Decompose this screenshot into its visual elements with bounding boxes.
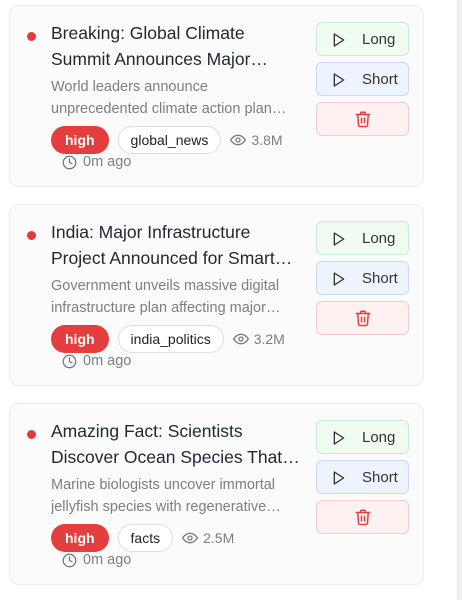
card-title[interactable]: Amazing Fact: Scientists Discover Ocean …: [51, 418, 303, 470]
views-count: 3.2M: [232, 331, 285, 347]
delete-button[interactable]: [316, 301, 409, 335]
priority-dot: [27, 430, 36, 439]
short-button-label: Short: [362, 70, 398, 88]
card-time: 0m ago: [62, 154, 131, 170]
card-meta: high global_news 3.8M: [51, 126, 283, 154]
views-count: 3.8M: [230, 132, 283, 148]
short-button[interactable]: Short: [316, 460, 409, 494]
card-meta: high india_politics 3.2M: [51, 325, 285, 353]
delete-button[interactable]: [316, 102, 409, 136]
eye-icon: [232, 333, 249, 345]
trash-icon: [355, 509, 370, 526]
views-value: 3.8M: [251, 132, 283, 148]
delete-button[interactable]: [316, 500, 409, 534]
category-tag: india_politics: [117, 325, 224, 353]
card-title[interactable]: India: Major Infrastructure Project Anno…: [51, 219, 303, 271]
short-button[interactable]: Short: [316, 62, 409, 96]
priority-badge: high: [51, 325, 109, 353]
views-count: 2.5M: [182, 530, 234, 546]
views-value: 3.2M: [253, 331, 285, 347]
time-value: 0m ago: [83, 353, 132, 369]
play-icon: [333, 272, 345, 286]
card-title[interactable]: Breaking: Global Climate Summit Announce…: [51, 20, 303, 72]
clock-icon: [62, 155, 77, 169]
trash-icon: [355, 111, 370, 128]
news-feed: Breaking: Global Climate Summit Announce…: [0, 0, 462, 600]
news-card: Breaking: Global Climate Summit Announce…: [9, 5, 424, 187]
category-tag: facts: [117, 524, 174, 552]
card-time: 0m ago: [62, 353, 131, 369]
long-button[interactable]: Long: [316, 22, 409, 56]
short-button[interactable]: Short: [316, 261, 409, 295]
short-button-label: Short: [362, 269, 398, 287]
play-icon: [333, 431, 345, 445]
clock-icon: [62, 553, 77, 567]
views-value: 2.5M: [203, 530, 235, 546]
long-button-label: Long: [362, 428, 396, 446]
scrollbar-track[interactable]: [457, 0, 462, 600]
time-value: 0m ago: [83, 154, 132, 170]
card-meta: high facts 2.5M: [51, 524, 234, 552]
short-button-label: Short: [362, 468, 398, 486]
card-description: Marine biologists uncover immortal jelly…: [51, 477, 276, 515]
priority-dot: [27, 231, 36, 240]
category-tag: global_news: [117, 126, 222, 154]
trash-icon: [355, 310, 370, 327]
card-description: Government unveils massive digital infra…: [51, 278, 280, 316]
clock-icon: [62, 354, 77, 368]
play-icon: [333, 73, 345, 87]
long-button[interactable]: Long: [316, 420, 409, 454]
long-button[interactable]: Long: [316, 221, 409, 255]
priority-badge: high: [51, 126, 109, 154]
eye-icon: [182, 532, 199, 544]
long-button-label: Long: [362, 229, 396, 247]
time-value: 0m ago: [83, 552, 132, 568]
play-icon: [333, 232, 345, 246]
card-time: 0m ago: [62, 552, 131, 568]
news-card: Amazing Fact: Scientists Discover Ocean …: [9, 403, 424, 585]
long-button-label: Long: [362, 30, 396, 48]
play-icon: [333, 33, 345, 47]
eye-icon: [230, 134, 247, 146]
priority-dot: [27, 32, 36, 41]
news-card: India: Major Infrastructure Project Anno…: [9, 204, 424, 386]
priority-badge: high: [51, 524, 109, 552]
play-icon: [333, 471, 345, 485]
card-description: World leaders announce unprecedented cli…: [51, 79, 272, 117]
